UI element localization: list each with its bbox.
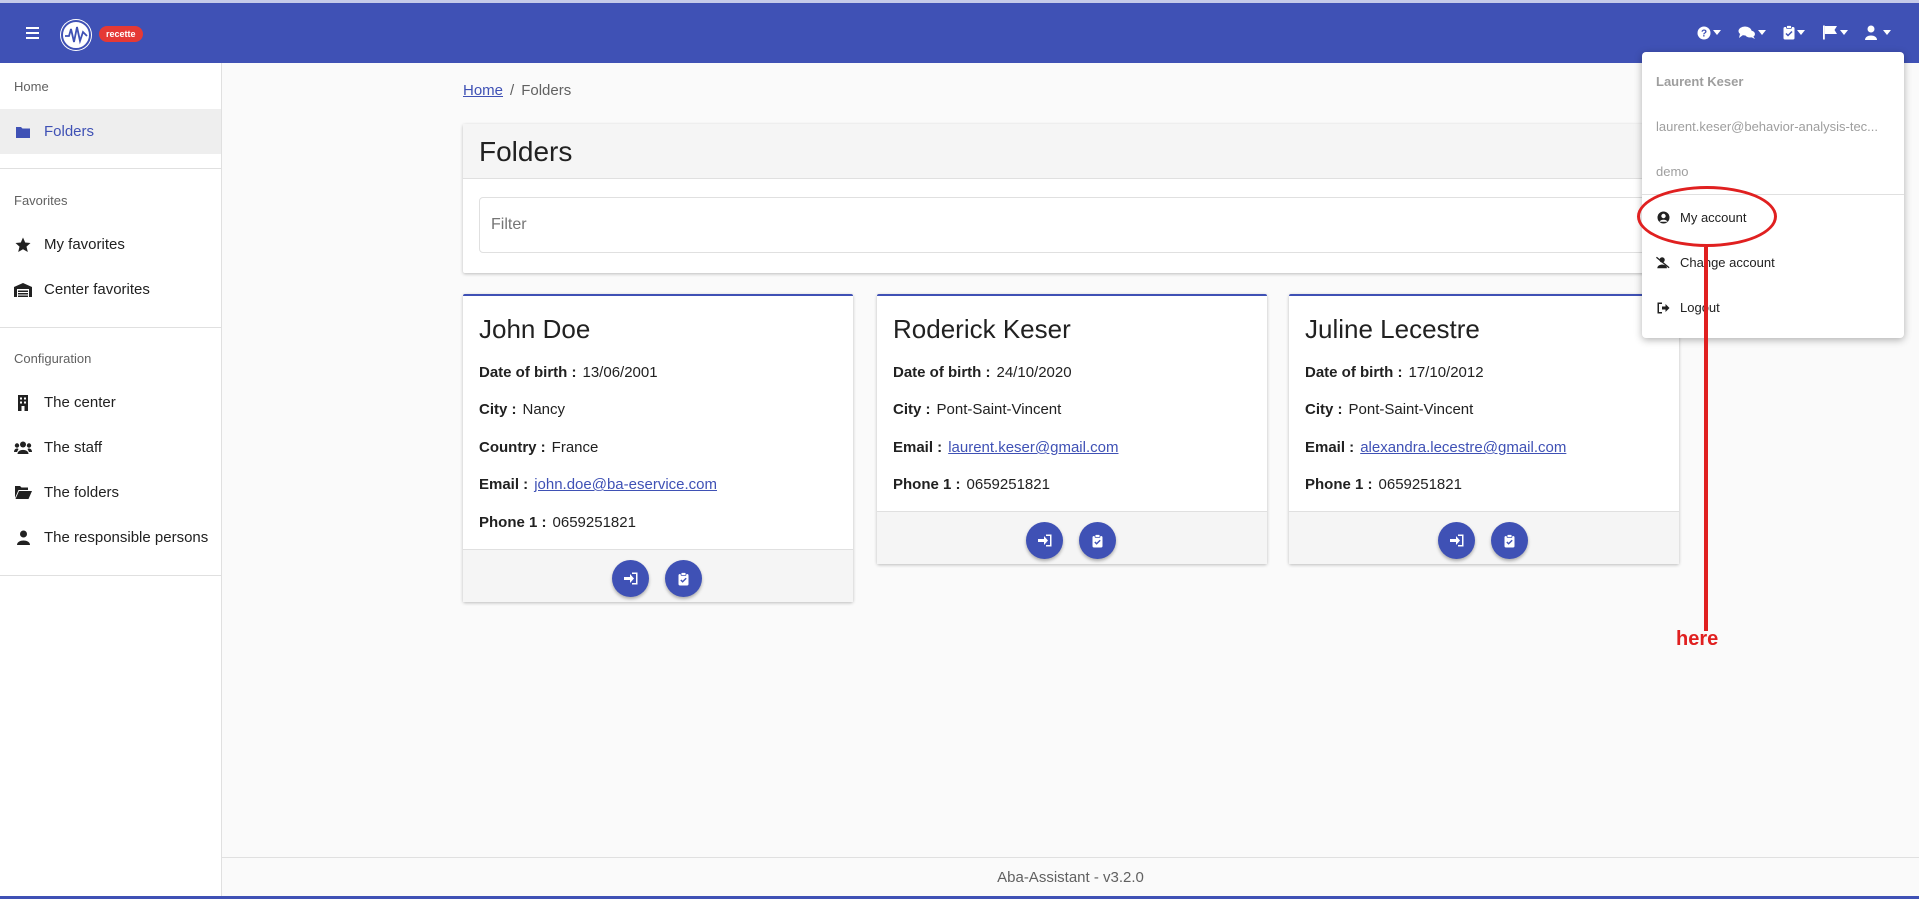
field-email: Email : alexandra.lecestre@gmail.com — [1305, 439, 1567, 456]
email-link[interactable]: alexandra.lecestre@gmail.com — [1360, 439, 1566, 456]
folder-card: John Doe Date of birth :13/06/2001 City … — [463, 294, 853, 602]
user-role: demo — [1656, 164, 1689, 179]
breadcrumb-current: Folders — [521, 82, 572, 99]
card-actions — [877, 511, 1267, 564]
field-dob: Date of birth :13/06/2001 — [479, 364, 658, 381]
sidebar-item-the-center[interactable]: The center — [0, 380, 221, 425]
section-favorites: Favorites — [14, 193, 68, 208]
sidebar-item-label: The responsible persons — [44, 529, 209, 546]
annotation-line — [1704, 247, 1708, 631]
folder-card: Juline Lecestre Date of birth :17/10/201… — [1289, 294, 1679, 564]
app-bar: recette ? — [0, 3, 1919, 63]
users-icon — [14, 439, 32, 457]
sidebar-item-responsible-persons[interactable]: The responsible persons — [0, 515, 221, 560]
sidebar-item-the-staff[interactable]: The staff — [0, 425, 221, 470]
folders-panel: Folders — [463, 124, 1675, 273]
user-icon — [1865, 25, 1877, 40]
user-menu-button[interactable] — [1865, 25, 1891, 40]
field-email: Email : john.doe@ba-eservice.com — [479, 476, 718, 493]
sign-in-icon — [1037, 534, 1051, 547]
footer: Aba-Assistant - v3.2.0 — [222, 857, 1919, 896]
section-configuration: Configuration — [14, 351, 92, 366]
clipboard-button[interactable] — [665, 560, 702, 597]
card-name: Juline Lecestre — [1305, 314, 1480, 344]
annotation-label: here — [1676, 628, 1719, 650]
field-city: City : Pont-Saint-Vincent — [893, 401, 1062, 418]
section-home: Home — [14, 79, 49, 94]
user-slash-icon — [1656, 256, 1670, 270]
clipboard-icon — [678, 571, 689, 585]
sidebar-item-label: The folders — [44, 484, 120, 501]
folder-icon — [14, 123, 32, 141]
clipboard-icon — [1783, 25, 1795, 40]
sidebar-item-label: Center favorites — [44, 281, 150, 298]
logout-menu-item[interactable]: Logout — [1642, 285, 1904, 330]
field-phone: Phone 1 :0659251821 — [1305, 476, 1462, 493]
folder-open-icon — [14, 484, 32, 502]
page-title: Folders — [479, 136, 573, 167]
sidebar: Home Folders Favorites My favorites Cent… — [0, 63, 222, 899]
clipboard-button[interactable] — [1079, 522, 1116, 559]
open-folder-button[interactable] — [1438, 522, 1475, 559]
annotation-circle — [1637, 186, 1777, 247]
field-city: City : Nancy — [479, 401, 566, 418]
star-icon — [14, 236, 32, 254]
sign-in-icon — [623, 572, 637, 585]
clipboard-icon — [1504, 533, 1515, 547]
sidebar-item-label: The center — [44, 394, 116, 411]
warehouse-icon — [14, 281, 32, 299]
chat-menu-button[interactable] — [1738, 25, 1766, 40]
building-icon — [14, 394, 32, 412]
svg-text:?: ? — [1701, 28, 1707, 39]
help-menu-button[interactable]: ? — [1697, 25, 1721, 40]
clipboard-button[interactable] — [1491, 522, 1528, 559]
chat-icon — [1738, 26, 1755, 39]
folder-card: Roderick Keser Date of birth :24/10/2020… — [877, 294, 1267, 564]
sign-in-icon — [1449, 534, 1463, 547]
user-tie-icon — [14, 529, 32, 547]
clipboard-icon — [1092, 533, 1103, 547]
card-actions — [463, 549, 853, 602]
sidebar-item-my-favorites[interactable]: My favorites — [0, 222, 221, 267]
user-email: laurent.keser@behavior-analysis-tec... — [1656, 119, 1879, 134]
field-country: Country : France — [479, 439, 599, 456]
open-folder-button[interactable] — [1026, 522, 1063, 559]
app-logo[interactable] — [60, 19, 92, 51]
field-phone: Phone 1 :0659251821 — [893, 476, 1050, 493]
sign-out-icon — [1656, 301, 1670, 315]
flag-menu-button[interactable] — [1822, 25, 1848, 40]
card-name: John Doe — [479, 314, 591, 344]
clipboard-menu-button[interactable] — [1783, 25, 1805, 40]
card-actions — [1289, 511, 1679, 564]
user-name: Laurent Keser — [1656, 74, 1744, 89]
flag-icon — [1823, 25, 1837, 40]
sidebar-item-center-favorites[interactable]: Center favorites — [0, 267, 221, 312]
field-email: Email : laurent.keser@gmail.com — [893, 439, 1119, 456]
sidebar-item-label: The staff — [44, 439, 103, 456]
sidebar-item-label: My favorites — [44, 236, 125, 253]
sidebar-item-folders[interactable]: Folders — [0, 109, 221, 154]
card-name: Roderick Keser — [893, 314, 1071, 344]
field-dob: Date of birth :24/10/2020 — [893, 364, 1072, 381]
breadcrumb: Home / Folders — [463, 82, 572, 99]
email-link[interactable]: john.doe@ba-eservice.com — [534, 476, 717, 493]
menu-icon[interactable] — [22, 22, 44, 44]
field-phone: Phone 1 :0659251821 — [479, 514, 636, 531]
email-link[interactable]: laurent.keser@gmail.com — [948, 439, 1118, 456]
sidebar-item-the-folders[interactable]: The folders — [0, 470, 221, 515]
filter-input[interactable] — [479, 197, 1659, 253]
help-icon: ? — [1697, 26, 1711, 39]
env-badge: recette — [99, 26, 143, 42]
field-city: City : Pont-Saint-Vincent — [1305, 401, 1474, 418]
sidebar-item-label: Folders — [44, 123, 95, 140]
open-folder-button[interactable] — [612, 560, 649, 597]
breadcrumb-home-link[interactable]: Home — [463, 82, 503, 99]
change-account-menu-item[interactable]: Change account — [1642, 240, 1904, 285]
field-dob: Date of birth :17/10/2012 — [1305, 364, 1484, 381]
